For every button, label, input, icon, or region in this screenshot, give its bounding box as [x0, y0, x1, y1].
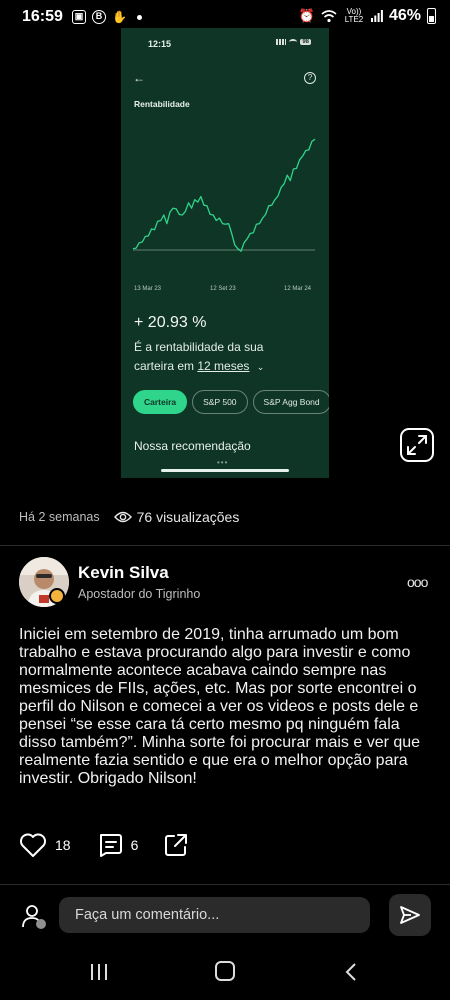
x-tick-label: 13 Mar 23 [134, 286, 162, 292]
hand-icon: ✋ [112, 10, 127, 24]
b-icon: B [92, 10, 106, 24]
return-value: + 20.93 % [134, 314, 207, 331]
send-icon [400, 906, 420, 924]
benchmark-pills: Carteira S&P 500 S&P Agg Bond [133, 390, 329, 414]
battery-icon [427, 8, 436, 24]
x-tick-label: 12 Set 23 [210, 286, 236, 292]
views-count: 76 visualizações [136, 509, 240, 525]
shot-time: 12:15 [148, 39, 172, 49]
expand-image-button[interactable] [400, 428, 434, 462]
expand-icon [407, 435, 427, 455]
tiger-badge-icon [49, 588, 65, 604]
shot-back-arrow-icon: ← [133, 71, 145, 85]
system-nav-bar [0, 950, 450, 1000]
share-button[interactable] [162, 831, 190, 859]
more-dots-icon: ••• [217, 458, 229, 467]
shot-help-icon: ? [304, 72, 316, 84]
home-button-icon[interactable] [215, 961, 235, 981]
status-time: 16:59 [22, 8, 63, 25]
post-meta: Há 2 semanas 76 visualizações [19, 509, 239, 525]
shot-title: Rentabilidade [134, 99, 190, 109]
shot-wifi-icon [289, 39, 298, 45]
eye-icon [113, 511, 132, 523]
x-tick-label: 12 Mar 24 [284, 286, 312, 292]
comment-icon [99, 834, 122, 857]
send-comment-button[interactable] [389, 894, 431, 936]
share-icon [165, 834, 188, 856]
desc-line: É a rentabilidade da sua [134, 340, 264, 354]
chevron-down-icon: ⌄ [256, 362, 265, 372]
battery-percent: 46% [388, 7, 421, 24]
pill-sp-agg-bond[interactable]: S&P Agg Bond [252, 390, 329, 414]
alarm-icon: ⏰ [298, 8, 315, 23]
period-selector[interactable]: 12 meses [197, 359, 249, 373]
author-name[interactable]: Kevin Silva [78, 563, 169, 583]
pill-carteira[interactable]: Carteira [133, 390, 188, 414]
shot-battery: 98 [300, 39, 311, 45]
comment-button[interactable]: 6 [97, 832, 139, 858]
return-description: É a rentabilidade da sua carteira em 12 … [134, 338, 324, 377]
author-subtitle: Apostador do Tigrinho [78, 587, 201, 601]
post-body: Iniciei em setembro de 2019, tinha arrum… [19, 626, 421, 787]
recommendation-heading: Nossa recomendação [134, 439, 251, 453]
divider [0, 884, 450, 885]
comments-count: 6 [130, 837, 139, 853]
wifi-icon [321, 10, 337, 23]
divider [0, 545, 450, 546]
network-label: Vo)) LTE2 [344, 7, 364, 24]
pill-sp500[interactable]: S&P 500 [192, 390, 248, 414]
like-button[interactable]: 18 [19, 832, 71, 858]
comment-input[interactable] [59, 897, 370, 933]
likes-count: 18 [55, 837, 71, 853]
post-image[interactable]: 12:15 98 ← ? Rentabilidade 13 Mar 23 12 … [121, 28, 329, 478]
post-actions: 18 6 [19, 831, 212, 859]
return-line-chart [132, 138, 316, 252]
user-avatar-icon [22, 905, 46, 929]
shot-home-indicator [161, 469, 289, 472]
shot-signal-icon [276, 39, 287, 45]
gallery-icon: ▣ [72, 10, 86, 24]
signal-icon [370, 10, 383, 22]
series-line [132, 138, 316, 252]
notification-dot-icon [136, 14, 142, 20]
desc-prefix: carteira em [134, 359, 195, 373]
more-options-button[interactable]: ooo [407, 574, 428, 590]
post-time: Há 2 semanas [19, 510, 100, 524]
recent-apps-icon[interactable] [90, 962, 108, 982]
heart-icon [20, 833, 46, 857]
back-icon[interactable] [344, 962, 358, 982]
